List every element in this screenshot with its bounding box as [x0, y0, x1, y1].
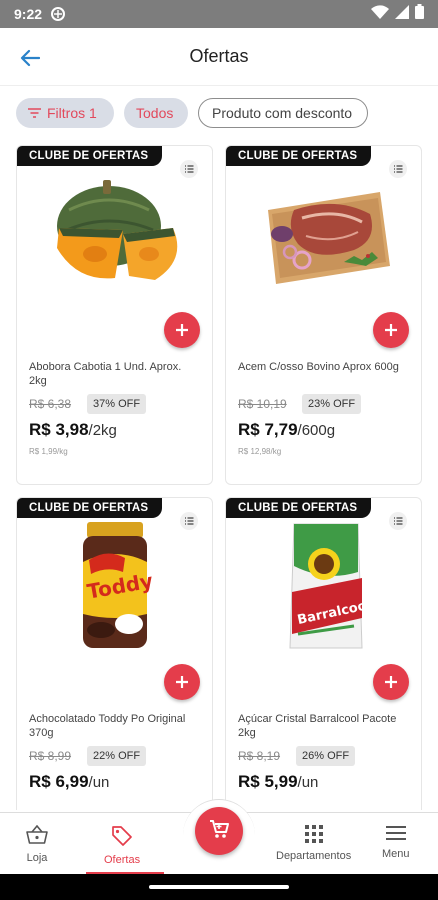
- filters-chip-label: Filtros 1: [47, 105, 97, 121]
- nav-departamentos[interactable]: Departamentos: [276, 825, 351, 862]
- clube-de-ofertas-badge: CLUBE DE OFERTAS: [226, 146, 372, 166]
- discount-badge: 37% OFF: [87, 394, 147, 414]
- product-name: Abobora Cabotia 1 Und. Aprox. 2kg: [29, 361, 182, 387]
- nav-loja[interactable]: Loja: [26, 824, 48, 864]
- price-value: R$ 7,79: [238, 420, 298, 439]
- old-price: R$ 10,19: [238, 397, 287, 411]
- product-image-pumpkin: [37, 170, 194, 300]
- nav-loja-label: Loja: [26, 852, 48, 864]
- clube-de-ofertas-badge: CLUBE DE OFERTAS: [226, 498, 372, 518]
- price-unit: /2kg: [88, 422, 117, 439]
- add-to-cart-button[interactable]: [164, 312, 200, 348]
- price-unit: /un: [297, 774, 319, 791]
- add-to-cart-button[interactable]: [373, 664, 409, 700]
- nav-ofertas[interactable]: Ofertas: [104, 825, 140, 866]
- add-to-cart-button[interactable]: [373, 312, 409, 348]
- current-price: R$ 3,98/2kg: [29, 420, 117, 440]
- price-per-kg: R$ 1,99/kg: [29, 447, 68, 456]
- old-price: R$ 8,19: [238, 749, 281, 763]
- price-value: R$ 6,99: [29, 772, 89, 791]
- product-card[interactable]: CLUBE DE OFERTAS Barralcool Açúcar Crist…: [225, 497, 422, 810]
- basket-icon: [26, 824, 48, 848]
- product-card[interactable]: CLUBE DE OFERTAS Acem C/osso Bovino Apro…: [225, 145, 422, 485]
- nav-ofertas-label: Ofertas: [104, 854, 141, 866]
- filter-icon: [28, 108, 41, 118]
- clube-de-ofertas-badge: CLUBE DE OFERTAS: [17, 498, 163, 518]
- old-price: R$ 8,99: [29, 749, 72, 763]
- product-card[interactable]: CLUBE DE OFERTAS Toddy Achocolatado Todd…: [16, 497, 213, 810]
- status-bar: 9:22: [0, 0, 438, 28]
- product-image-toddy-jar: Toddy: [37, 522, 194, 652]
- price-value: R$ 5,99: [238, 772, 298, 791]
- old-price: R$ 6,38: [29, 397, 72, 411]
- product-name: Açúcar Cristal Barralcool Pacote 2kg: [238, 713, 397, 739]
- product-image-beef: [246, 170, 403, 300]
- hamburger-menu-icon: [385, 825, 406, 844]
- add-to-cart-button[interactable]: [164, 664, 200, 700]
- cart-icon: [208, 818, 230, 845]
- current-price: R$ 5,99/un: [238, 772, 318, 792]
- bottom-navigation: Loja Ofertas Departamentos Menu: [0, 799, 438, 875]
- price-per-kg: R$ 12,98/kg: [238, 447, 282, 456]
- product-name: Achocolatado Toddy Po Original 370g: [29, 713, 186, 739]
- back-arrow-icon[interactable]: [18, 46, 42, 70]
- home-gesture-pill[interactable]: [149, 885, 289, 889]
- grid-icon: [304, 825, 323, 846]
- nav-menu[interactable]: Menu: [382, 825, 410, 860]
- system-navigation-bar: [0, 874, 438, 900]
- cart-button[interactable]: [195, 807, 243, 855]
- discount-badge: 23% OFF: [302, 394, 362, 414]
- app-header: Ofertas: [0, 28, 438, 86]
- price-value: R$ 3,98: [29, 420, 89, 439]
- clube-de-ofertas-badge: CLUBE DE OFERTAS: [17, 146, 163, 166]
- current-price: R$ 7,79/600g: [238, 420, 335, 440]
- wifi-icon: [371, 4, 389, 24]
- price-unit: /un: [88, 774, 110, 791]
- discount-chip[interactable]: Produto com desconto: [198, 98, 368, 128]
- page-title: Ofertas: [189, 46, 249, 66]
- product-image-sugar-bag: Barralcool: [246, 522, 403, 652]
- tag-icon: [111, 825, 133, 850]
- nav-menu-label: Menu: [382, 848, 410, 860]
- current-price: R$ 6,99/un: [29, 772, 109, 792]
- price-unit: /600g: [297, 422, 336, 439]
- filters-chip[interactable]: Filtros 1: [16, 98, 114, 128]
- product-grid: CLUBE DE OFERTAS Abobora Cabotia 1 Und. …: [16, 145, 426, 810]
- product-card[interactable]: CLUBE DE OFERTAS Abobora Cabotia 1 Und. …: [16, 145, 213, 485]
- all-chip-label: Todos: [136, 105, 174, 121]
- all-chip[interactable]: Todos: [124, 98, 188, 128]
- discount-chip-label: Produto com desconto: [212, 105, 353, 121]
- discount-badge: 26% OFF: [296, 746, 356, 766]
- nav-departamentos-label: Departamentos: [276, 850, 352, 862]
- signal-icon: [395, 4, 409, 24]
- product-name: Acem C/osso Bovino Aprox 600g: [238, 361, 399, 373]
- sync-icon: [50, 6, 66, 22]
- filter-chips: Filtros 1 Todos Produto com desconto: [16, 98, 422, 128]
- status-time: 9:22: [14, 6, 43, 22]
- discount-badge: 22% OFF: [87, 746, 147, 766]
- battery-icon: [415, 4, 424, 24]
